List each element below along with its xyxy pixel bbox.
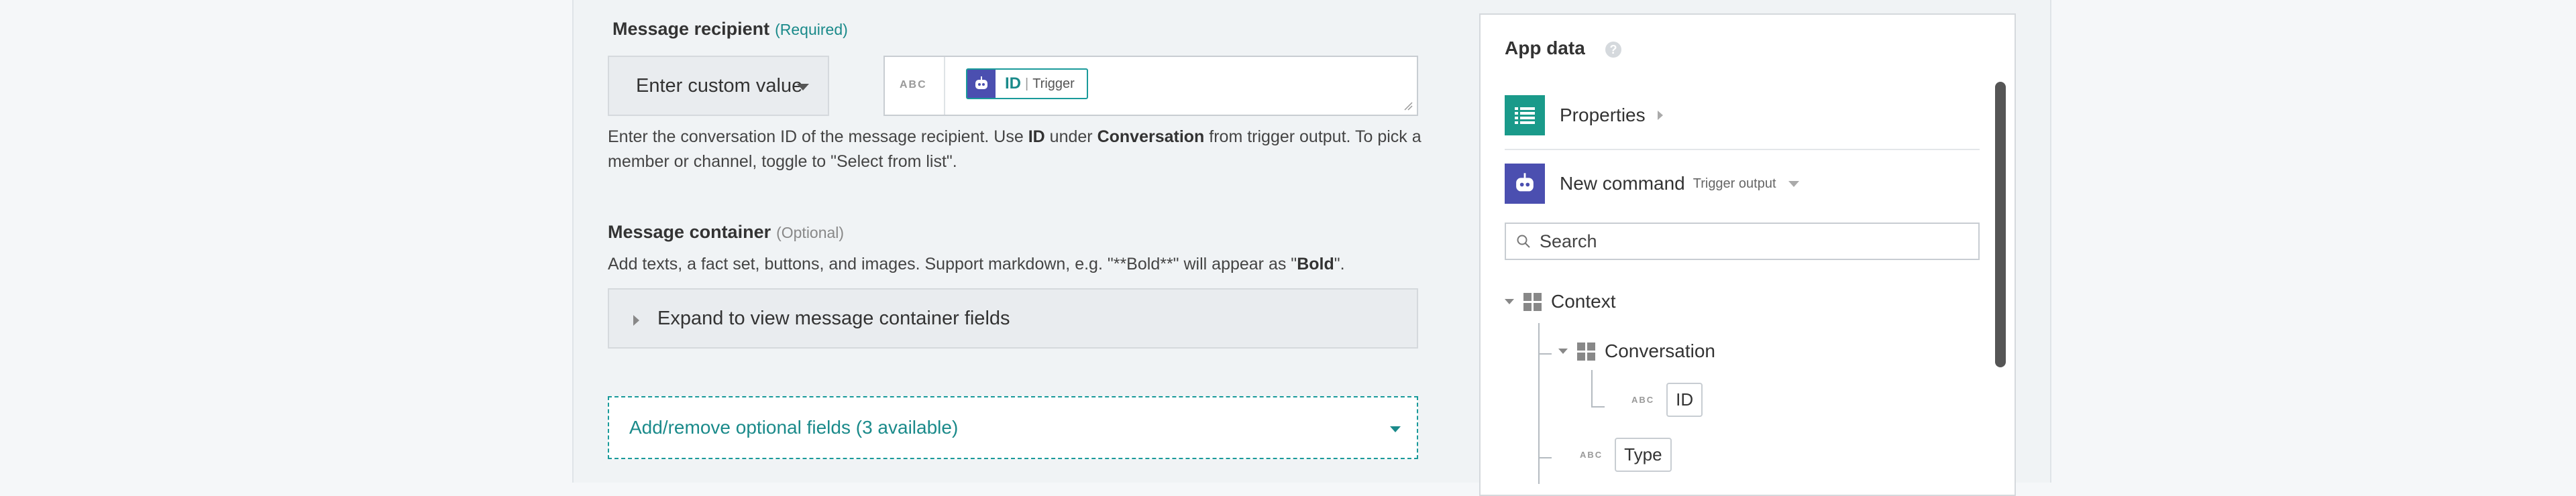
object-icon: [1577, 342, 1595, 361]
search-icon: [1517, 235, 1530, 248]
recipient-input[interactable]: ABC ID | Trigger: [883, 56, 1418, 116]
divider: [1505, 149, 1980, 150]
search-placeholder: Search: [1540, 231, 1597, 251]
list-icon: [1505, 95, 1545, 135]
datapill-label: ID: [1005, 74, 1021, 92]
message-recipient-label: Message recipient (Required): [612, 19, 848, 39]
properties-item[interactable]: Properties: [1505, 95, 1663, 135]
bot-icon: [1505, 164, 1545, 204]
new-command-item[interactable]: New command Trigger output: [1505, 164, 1799, 204]
datapill-separator: |: [1025, 76, 1029, 91]
tree-connector: [1538, 353, 1552, 355]
input-divider: [944, 57, 945, 115]
tree-label: Conversation: [1605, 340, 1715, 361]
help-icon[interactable]: ?: [1605, 42, 1621, 58]
chevron-down-icon: [1558, 349, 1568, 354]
tree-label: Context: [1551, 291, 1616, 312]
chevron-down-icon: [1505, 299, 1514, 304]
tree-connector: [1591, 406, 1605, 408]
tree-connector: [1538, 457, 1552, 458]
value-mode-select[interactable]: Enter custom value: [608, 56, 829, 116]
datapill-type[interactable]: Type: [1615, 438, 1672, 472]
chevron-down-icon: [1788, 180, 1799, 187]
tree-connector: [1538, 323, 1540, 484]
object-icon: [1523, 292, 1542, 311]
required-tag: (Required): [775, 21, 848, 38]
panel-scrollbar[interactable]: [1995, 82, 2006, 367]
chevron-right-icon: [633, 315, 639, 326]
container-help-text: Add texts, a fact set, buttons, and imag…: [608, 255, 1345, 273]
select-value: Enter custom value: [636, 74, 803, 97]
chevron-right-icon: [1657, 111, 1663, 120]
text-type-icon: ABC: [1631, 395, 1655, 405]
tree-node-id[interactable]: ABC ID: [1631, 383, 1703, 417]
tree-connector: [1591, 370, 1593, 407]
properties-label: Properties: [1560, 105, 1646, 125]
message-container-label: Message container (Optional): [608, 222, 845, 242]
chevron-down-icon: [1390, 426, 1401, 432]
tree-node-conversation[interactable]: Conversation: [1558, 340, 1715, 362]
tree-node-type[interactable]: ABC Type: [1580, 438, 1672, 472]
expand-container-fields-button[interactable]: Expand to view message container fields: [608, 288, 1418, 349]
datapill-id[interactable]: ID | Trigger: [966, 68, 1088, 99]
bot-icon: [967, 70, 996, 98]
text-type-icon: ABC: [900, 79, 927, 90]
tree-node-context[interactable]: Context: [1505, 291, 1616, 312]
trigger-output-tag: Trigger output: [1693, 176, 1776, 191]
app-data-title: App data: [1505, 38, 1585, 58]
new-command-label: New command: [1560, 173, 1685, 194]
text-type-icon: ABC: [1580, 450, 1603, 460]
datapill-source: Trigger: [1032, 76, 1075, 91]
search-input[interactable]: Search: [1505, 223, 1980, 260]
app-data-panel: App data ? Properties New command Trigge…: [1479, 13, 2016, 496]
optional-fields-label: Add/remove optional fields (3 available): [629, 417, 959, 438]
optional-fields-dropdown[interactable]: Add/remove optional fields (3 available): [608, 396, 1418, 459]
recipient-help-text: Enter the conversation ID of the message…: [608, 127, 1421, 171]
datapill-id[interactable]: ID: [1666, 383, 1703, 417]
resize-handle-icon[interactable]: [1403, 101, 1413, 111]
expand-label: Expand to view message container fields: [657, 307, 1010, 329]
chevron-down-icon: [797, 84, 809, 90]
optional-tag: (Optional): [776, 224, 845, 241]
